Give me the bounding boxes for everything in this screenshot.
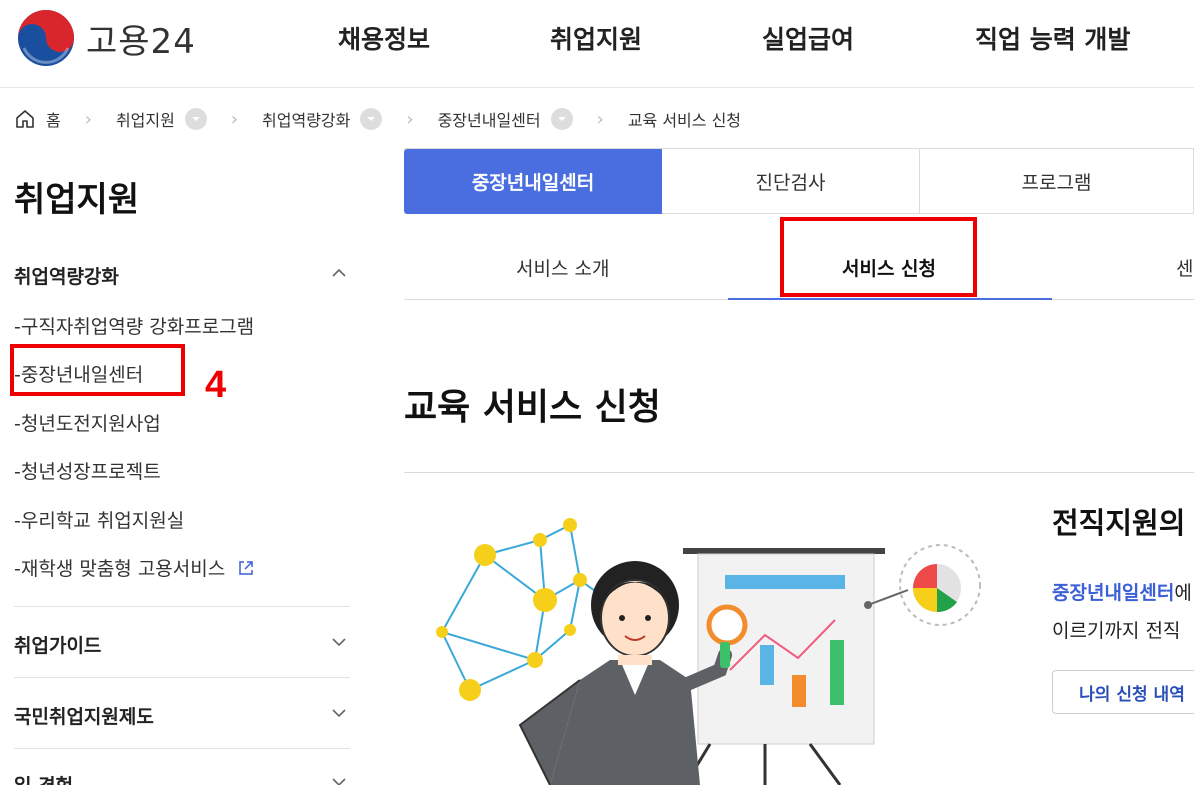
chevron-down-icon — [332, 709, 346, 718]
external-link-icon — [239, 561, 254, 575]
sidebar-item-youth-challenge[interactable]: -청년도전지원사업 — [14, 409, 161, 436]
breadcrumb-item-1[interactable]: 취업지원 — [116, 107, 175, 131]
nav-skill-development[interactable]: 직업 능력 개발 — [975, 20, 1130, 56]
annotation-highlight-box — [10, 344, 185, 396]
nav-employment-support[interactable]: 취업지원 — [550, 20, 642, 56]
subtab-service-intro[interactable]: 서비스 소개 — [516, 254, 609, 281]
nav-recruit[interactable]: 채용정보 — [338, 20, 430, 56]
sidebar-item-youth-growth[interactable]: -청년성장프로젝트 — [14, 457, 161, 484]
divider — [14, 677, 350, 678]
logo-text: 고용24 — [86, 21, 196, 62]
home-icon[interactable] — [14, 108, 36, 130]
tab-midlife-center[interactable]: 중장년내일센터 — [404, 149, 662, 214]
chevron-down-icon — [191, 117, 200, 121]
chevron-down-icon — [332, 778, 346, 785]
chevron-right-icon: › — [84, 108, 92, 130]
sidebar-item-school-support[interactable]: -우리학교 취업지원실 — [14, 506, 184, 533]
breadcrumb-current: 교육 서비스 신청 — [627, 111, 742, 130]
sidebar-title: 취업지원 — [14, 180, 140, 220]
nav-unemployment-benefit[interactable]: 실업급여 — [762, 20, 854, 56]
page-title: 교육 서비스 신청 — [404, 387, 661, 428]
tab-program[interactable]: 프로그램 — [920, 149, 1194, 214]
main-tab-bar: 중장년내일센터 진단검사 프로그램 — [404, 148, 1194, 214]
chevron-down-icon — [367, 117, 376, 121]
breadcrumb-item-2[interactable]: 취업역량강화 — [262, 107, 350, 131]
breadcrumb-home[interactable]: 홈 — [46, 107, 61, 131]
annotation-highlight-box — [780, 217, 977, 297]
annotation-step-number: 4 — [205, 364, 227, 406]
sidebar-section-guide[interactable]: 취업가이드 — [14, 631, 350, 658]
breadcrumb-dropdown-2[interactable] — [360, 108, 383, 130]
divider — [14, 606, 350, 607]
chevron-down-icon — [557, 117, 566, 121]
divider — [14, 748, 350, 749]
sidebar-section-label: 취업가이드 — [14, 635, 102, 657]
sidebar-item-label: -재학생 맞춤형 고용서비스 — [14, 558, 226, 580]
sidebar-item-job-seeker-program[interactable]: -구직자취업역량 강화프로그램 — [14, 312, 254, 339]
chevron-up-icon — [332, 268, 346, 277]
sidebar-item-student-service[interactable]: -재학생 맞춤형 고용서비스 — [14, 554, 255, 581]
my-applications-button[interactable]: 나의 신청 내역 — [1052, 670, 1194, 714]
active-tab-indicator — [728, 298, 1052, 300]
intro-highlight: 중장년내일센터 — [1052, 582, 1175, 604]
subtab-center[interactable]: 센 — [1176, 254, 1193, 281]
divider — [404, 472, 1194, 473]
consultant-presentation-illustration — [436, 518, 981, 785]
intro-text-suffix: 에 — [1174, 582, 1192, 604]
intro-text-line2: 이르기까지 전직 — [1052, 620, 1181, 642]
sidebar-section-label: 국민취업지원제도 — [14, 706, 154, 728]
breadcrumb: 홈 › 취업지원 › 취업역량강화 › 중장년내일센터 › 교육 서비스 신청 — [14, 104, 741, 134]
chevron-down-icon — [332, 638, 346, 647]
sidebar-section-label: 취업역량강화 — [14, 266, 119, 288]
chevron-right-icon: › — [230, 108, 239, 130]
breadcrumb-dropdown-1[interactable] — [184, 108, 207, 130]
sidebar-section-capability[interactable]: 취업역량강화 — [14, 262, 350, 289]
tab-diagnosis[interactable]: 진단검사 — [662, 149, 920, 214]
breadcrumb-dropdown-3[interactable] — [550, 108, 573, 130]
site-header: 고용24 채용정보 취업지원 실업급여 직업 능력 개발 — [0, 0, 1194, 88]
sidebar-section-national-support[interactable]: 국민취업지원제도 — [14, 702, 350, 729]
sidebar-section-work-experience[interactable]: 일 경험 — [14, 771, 350, 785]
site-logo[interactable]: 고용24 — [16, 8, 196, 68]
chevron-right-icon: › — [596, 108, 604, 130]
breadcrumb-item-3[interactable]: 중장년내일센터 — [438, 107, 541, 131]
chevron-right-icon: › — [406, 108, 414, 130]
intro-title: 전직지원의 — [1052, 506, 1186, 540]
taegeuk-logo-icon — [18, 10, 74, 66]
intro-text: 중장년내일센터에 — [1052, 578, 1192, 605]
sidebar-section-label: 일 경험 — [14, 775, 73, 785]
